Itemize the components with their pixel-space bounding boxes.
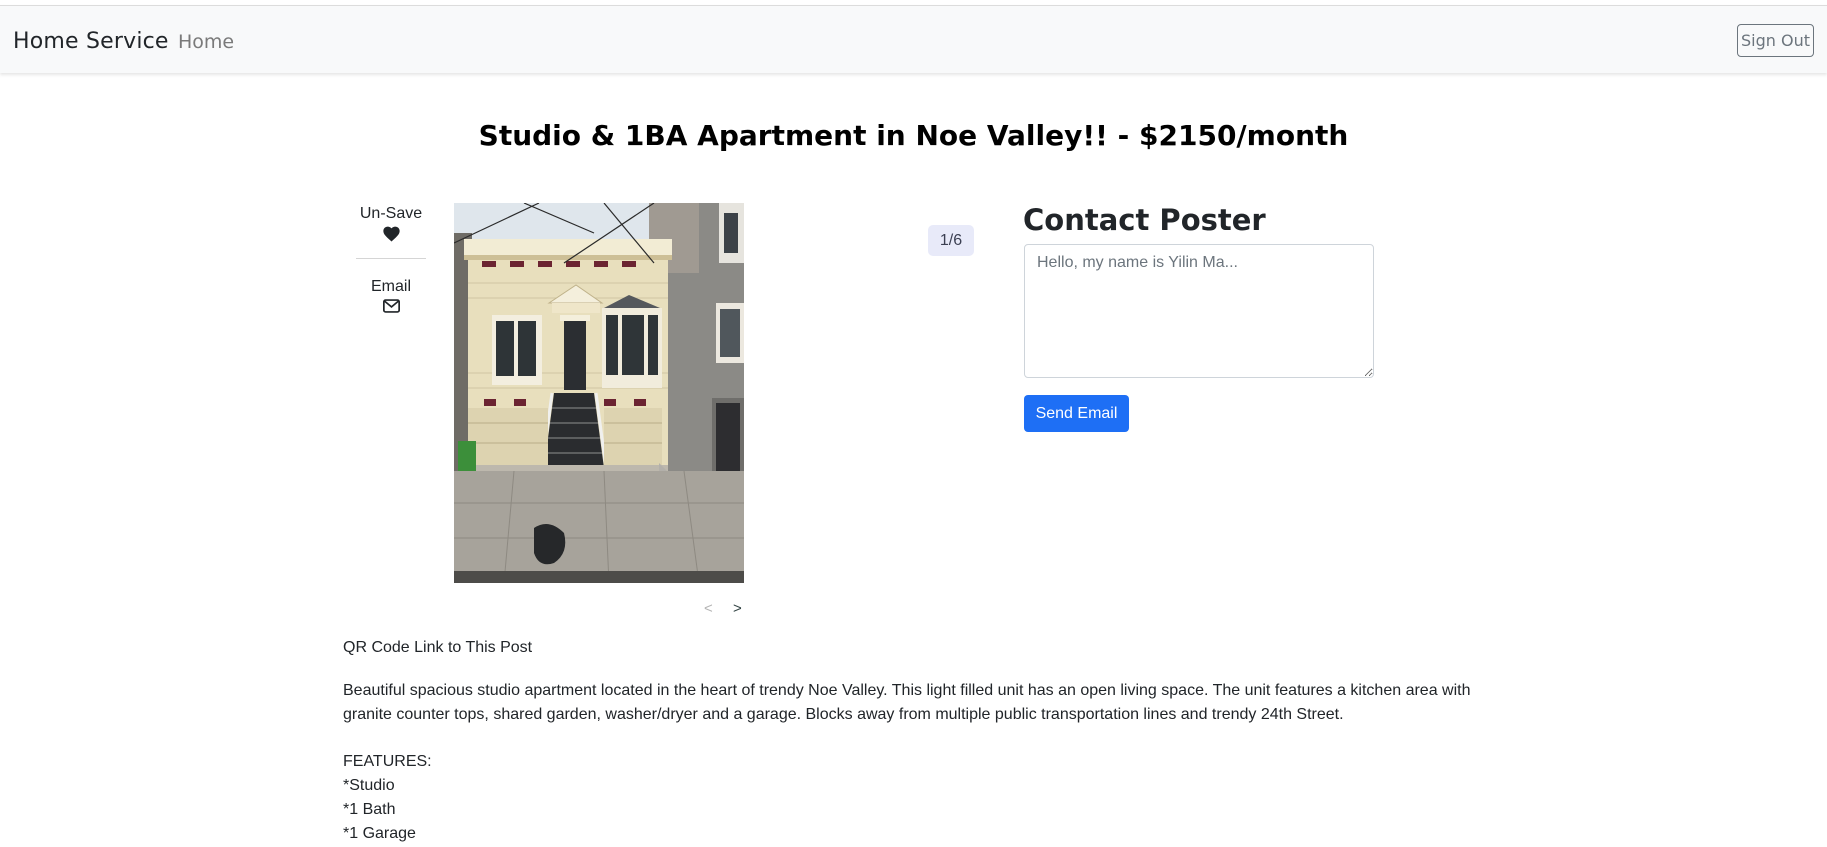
- features-list: FEATURES: *Studio *1 Bath *1 Garage: [343, 750, 432, 846]
- sign-out-button[interactable]: Sign Out: [1737, 24, 1814, 57]
- listing-photo: [454, 203, 744, 583]
- features-heading: FEATURES:: [343, 753, 432, 770]
- next-image-button[interactable]: >: [733, 600, 742, 617]
- side-divider: [356, 258, 426, 259]
- send-email-button[interactable]: Send Email: [1024, 395, 1129, 432]
- email-action-button[interactable]: Email: [356, 278, 426, 313]
- heart-icon: [382, 226, 400, 242]
- qr-code-link[interactable]: QR Code Link to This Post: [343, 639, 532, 657]
- listing-description: Beautiful spacious studio apartment loca…: [343, 682, 1471, 723]
- contact-heading: Contact Poster: [1023, 203, 1266, 237]
- email-action-label: Email: [370, 278, 411, 295]
- unsave-label: Un-Save: [359, 205, 423, 222]
- message-textarea[interactable]: [1024, 244, 1374, 378]
- feature-item: *Studio: [343, 777, 395, 794]
- page-title: Studio & 1BA Apartment in Noe Valley!! -…: [478, 119, 1349, 152]
- navbar: Home Service Home Sign Out: [0, 5, 1827, 73]
- feature-item: *1 Garage: [343, 825, 416, 842]
- nav-home-link[interactable]: Home: [178, 31, 234, 53]
- unsave-button[interactable]: Un-Save: [356, 205, 426, 242]
- envelope-icon: [382, 299, 400, 313]
- feature-item: *1 Bath: [343, 801, 396, 818]
- prev-image-button[interactable]: <: [704, 600, 713, 617]
- image-counter: 1/6: [928, 225, 974, 256]
- brand-link[interactable]: Home Service: [13, 29, 169, 54]
